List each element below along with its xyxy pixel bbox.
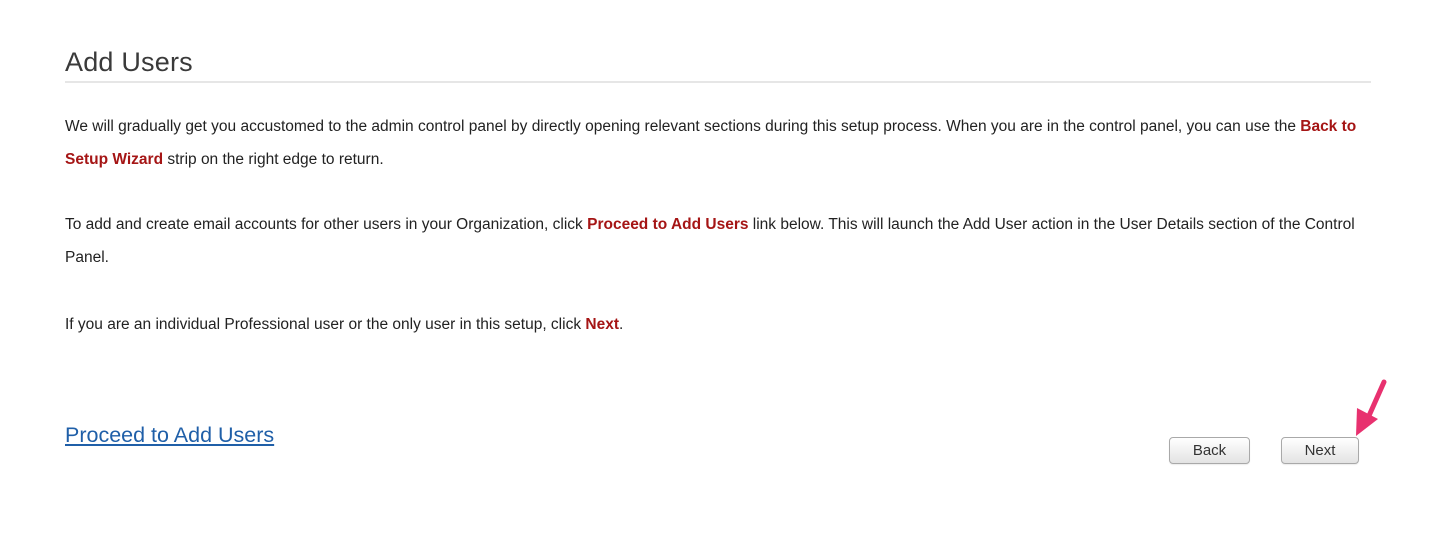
pointer-arrow-icon xyxy=(1356,379,1387,436)
add-users-step: Add Users We will gradually get you accu… xyxy=(0,0,1436,534)
back-button[interactable]: Back xyxy=(1169,437,1250,464)
individual-text-start: If you are an individual Professional us… xyxy=(65,316,586,333)
intro-paragraph: We will gradually get you accustomed to … xyxy=(65,110,1365,176)
intro-text-start: We will gradually get you accustomed to … xyxy=(65,118,1301,135)
next-button[interactable]: Next xyxy=(1281,437,1359,464)
add-users-text-start: To add and create email accounts for oth… xyxy=(65,216,588,233)
proceed-to-add-users-link[interactable]: Proceed to Add Users xyxy=(65,423,274,448)
next-highlight: Next xyxy=(585,316,619,333)
intro-text-end: strip on the right edge to return. xyxy=(163,151,384,168)
proceed-to-add-users-highlight: Proceed to Add Users xyxy=(587,216,749,233)
individual-user-paragraph: If you are an individual Professional us… xyxy=(65,308,1365,341)
title-divider xyxy=(65,81,1371,83)
page-title: Add Users xyxy=(65,47,193,77)
add-users-paragraph: To add and create email accounts for oth… xyxy=(65,208,1365,274)
individual-text-end: . xyxy=(619,316,624,333)
